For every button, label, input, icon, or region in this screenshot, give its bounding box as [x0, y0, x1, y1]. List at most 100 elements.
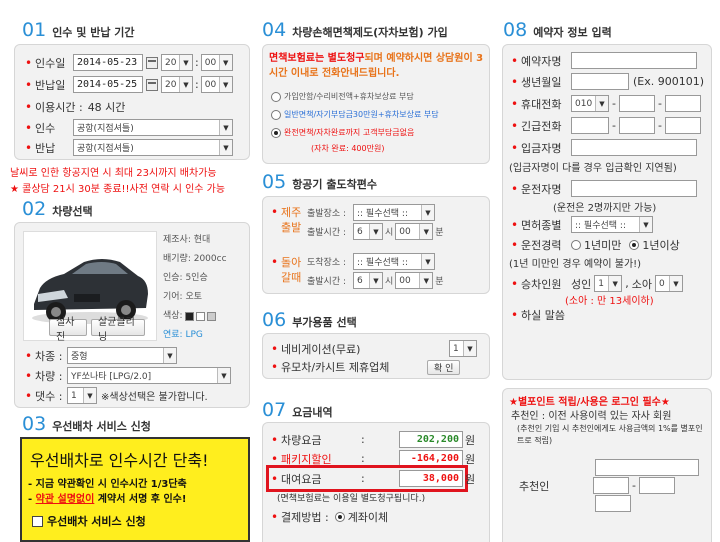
- pickup-min-select[interactable]: 00 ▼: [200, 54, 233, 71]
- fee-car-value: 202,200: [399, 431, 463, 448]
- fee-row-rental: • 대여요금 : 38,000 원: [271, 470, 476, 487]
- radio-insurance-normal[interactable]: [271, 109, 281, 120]
- section-01-box: • 인수일 2014-05-23 20 ▼ : 00 ▼ • 반납일 2014-05…: [14, 44, 250, 160]
- pickup-date-input[interactable]: 2014-05-23: [73, 54, 143, 71]
- section-06-box: • 네비게이션(무료) 1 ▼ • 유모차/카시트 제휴업체 확 인: [262, 333, 490, 379]
- departure-min-select[interactable]: 00 ▼: [395, 223, 434, 240]
- section-02-title: 02 차량선택: [22, 198, 93, 220]
- departure-place-row: 출발장소 : :: 필수선택 :: ▼: [307, 204, 435, 221]
- section-01-title: 01 인수 및 반납 기간: [22, 19, 135, 41]
- calendar-icon[interactable]: [146, 78, 158, 91]
- license-row: • 면허종별 :: 필수선택 :: ▼: [511, 216, 653, 233]
- car-specs: 제조사: 현대 배기량: 2000cc 인승: 5인승 기어: 오토 색상: 연…: [163, 235, 227, 340]
- pickup-place-select[interactable]: 공항(지점셔틀) ▼: [73, 119, 233, 136]
- insurance-option-none[interactable]: 가입안함/수리비전액+휴차보상료 부담: [271, 91, 414, 102]
- notice-delay: 날씨로 인한 항공지연 시 최대 23시까지 배차가능: [10, 168, 217, 179]
- adult-select[interactable]: 1 ▼: [594, 275, 623, 292]
- name-row: • 예약자명: [511, 52, 697, 69]
- section-02-box: 실사진 살균클리닝 제조사: 현대 배기량: 2000cc 인승: 5인승 기어…: [14, 222, 250, 408]
- car-model-select[interactable]: YF쏘나타 [LPG/2.0] ▼: [67, 367, 231, 384]
- car-count-select[interactable]: 1 ▼: [67, 387, 97, 404]
- radio-career-under1[interactable]: [571, 240, 581, 250]
- section-08-title: 08 예약자 정보 입력: [503, 19, 612, 41]
- license-select[interactable]: :: 필수선택 :: ▼: [571, 216, 653, 233]
- arrival-place-row: 도착장소 : :: 필수선택 :: ▼: [307, 253, 435, 270]
- return-min-select[interactable]: 00 ▼: [395, 272, 434, 289]
- birth-row: • 생년월일 (Ex. 900101): [511, 73, 705, 90]
- calendar-icon[interactable]: [146, 56, 158, 69]
- color-swatch: [195, 312, 205, 321]
- pickup-place-row: • 인수 공항(지점셔틀) ▼: [25, 119, 233, 136]
- section-06-title: 06 부가용품 선택: [262, 309, 357, 331]
- radio-insurance-full[interactable]: [271, 127, 281, 138]
- child-select[interactable]: 0 ▼: [655, 275, 683, 292]
- notice-call: ★ 콜상담 21시 30분 종료!!사전 연락 시 인수 가능: [10, 184, 226, 195]
- emergency-3-input[interactable]: [664, 117, 701, 134]
- phone-last-input[interactable]: [664, 95, 701, 112]
- name-input[interactable]: [571, 52, 697, 69]
- memo-label-row: • 하실 말씀: [511, 308, 565, 322]
- phone-prefix-select[interactable]: 010 ▼: [571, 95, 609, 112]
- return-row: • 반납일 2014-05-25 20 ▼ : 00 ▼: [25, 76, 233, 93]
- driver-row: • 운전자명: [511, 180, 697, 197]
- cleaning-button[interactable]: 살균클리닝: [91, 317, 145, 343]
- section-03-title: 03 우선배차 서비스 신청: [22, 413, 151, 435]
- color-swatch: [206, 312, 216, 321]
- return-date-input[interactable]: 2014-05-25: [73, 76, 143, 93]
- career-row: • 운전경력 1년미만 1년이상: [511, 238, 680, 252]
- nav-qty-select[interactable]: 1 ▼: [449, 340, 477, 357]
- return-time-row: 출발시간 : 6 ▼ 시 00 ▼ 분: [307, 272, 444, 289]
- passenger-row: • 승차인원 성인 1 ▼ , 소아 0 ▼: [511, 275, 683, 292]
- radio-insurance-none[interactable]: [271, 91, 281, 102]
- usage-row: • 이용시간 : 48 시간: [25, 100, 126, 114]
- insurance-option-full[interactable]: 완전면책/자차완료까지 고객부담금없음: [271, 127, 414, 138]
- memo-textarea[interactable]: [511, 325, 703, 373]
- payment-row: • 결제방법 : 계좌이체: [271, 510, 389, 524]
- nav-row: • 네비게이션(무료) 1 ▼: [271, 340, 477, 357]
- car-count-row: • 댓수 : 1 ▼ ※색상선택은 불가합니다.: [25, 387, 208, 404]
- emergency-2-input[interactable]: [618, 117, 655, 134]
- car-type-row: • 차종 : 중형 ▼: [25, 347, 177, 364]
- departure-label: • 제주 출발: [271, 205, 302, 234]
- emergency-1-input[interactable]: [571, 117, 609, 134]
- phone-row: • 휴대전화 010 ▼ - -: [511, 95, 701, 112]
- fee-row-car: • 차량요금 : 202,200 원: [271, 431, 476, 448]
- section-07-box: • 차량요금 : 202,200 원 • 패키지할인 : -164,200 원 …: [262, 422, 490, 542]
- stroller-confirm-button[interactable]: 확 인: [427, 359, 461, 375]
- departure-hour-select[interactable]: 6 ▼: [353, 223, 383, 240]
- departure-time-row: 출발시간 : 6 ▼ 시 00 ▼ 분: [307, 223, 444, 240]
- recommender-row: 추천인 -: [519, 477, 675, 494]
- radio-career-over1[interactable]: [629, 240, 640, 250]
- return-hour-select[interactable]: 6 ▼: [353, 272, 383, 289]
- car-type-select[interactable]: 중형 ▼: [67, 347, 177, 364]
- recommender-name-input[interactable]: [595, 459, 699, 476]
- section-04-box: 면책보험료는 별도청구되며 예약하시면 상담원이 3시간 이내로 전화안내드립니…: [262, 44, 490, 164]
- point-box: ★별포인트 적립/사용은 로그인 필수★ 추천인 : 이전 사용이력 있는 자사…: [502, 388, 712, 542]
- receiver-input[interactable]: [571, 139, 697, 156]
- return-place-row: • 반납 공항(지점셔틀) ▼: [25, 139, 233, 156]
- departure-place-select[interactable]: :: 필수선택 :: ▼: [353, 204, 435, 221]
- car-model-row: • 차량 : YF쏘나타 [LPG/2.0] ▼: [25, 367, 231, 384]
- return-hour-select[interactable]: 20 ▼: [161, 76, 193, 93]
- return-place-select[interactable]: 공항(지점셔틀) ▼: [73, 139, 233, 156]
- phone-mid-input[interactable]: [618, 95, 655, 112]
- section-05-title: 05 항공기 출도착편수: [262, 171, 377, 193]
- section-04-title: 04 차량손해면책제도(자차보험) 가입: [262, 19, 448, 41]
- recommender-phone-1[interactable]: [593, 477, 629, 494]
- recommender-phone-2[interactable]: [638, 477, 675, 494]
- insurance-option-normal[interactable]: 일반면책/자기부담금30만원+휴차보상료 부담: [271, 109, 439, 120]
- pickup-hour-select[interactable]: 20 ▼: [161, 54, 193, 71]
- priority-checkbox-row[interactable]: 우선배차 서비스 신청: [32, 513, 146, 529]
- photo-button[interactable]: 실사진: [49, 317, 87, 343]
- recommender-phone-3[interactable]: [595, 495, 631, 512]
- radio-bank-transfer[interactable]: [334, 512, 345, 522]
- driver-input[interactable]: [571, 180, 697, 197]
- section-05-box: • 제주 출발 출발장소 : :: 필수선택 :: ▼ 출발시간 : 6 ▼ 시 00…: [262, 196, 490, 294]
- priority-checkbox[interactable]: [32, 515, 43, 527]
- reservation-page: 01 인수 및 반납 기간 • 인수일 2014-05-23 20 ▼ : 00 ▼…: [0, 0, 720, 542]
- fee-note: (면책보험료는 이용일 별도청구됩니다.): [277, 494, 426, 504]
- arrival-place-select[interactable]: :: 필수선택 :: ▼: [353, 253, 435, 270]
- return-min-select[interactable]: 00 ▼: [200, 76, 233, 93]
- pickup-row: • 인수일 2014-05-23 20 ▼ : 00 ▼: [25, 54, 233, 71]
- birth-input[interactable]: [571, 73, 629, 90]
